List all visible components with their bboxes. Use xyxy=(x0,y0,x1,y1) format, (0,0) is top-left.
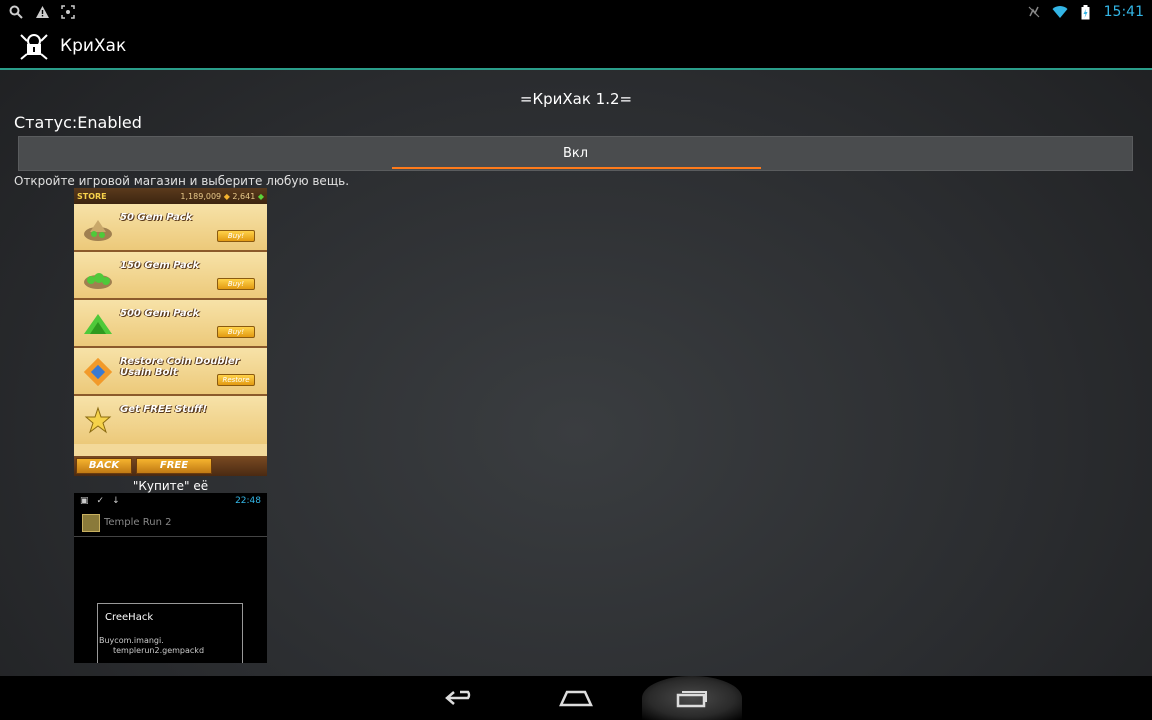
status-text: Статус:Enabled xyxy=(14,113,142,132)
back-arrow-icon xyxy=(445,690,471,705)
dialog-line: Buycom.imangi. xyxy=(99,636,164,645)
gem-pile-icon xyxy=(84,220,112,241)
enable-toggle-button[interactable]: Вкл xyxy=(18,136,1133,171)
store-item: 500 Gem Pack Buy! xyxy=(74,300,267,348)
coin-count: 1,189,009 xyxy=(180,191,222,201)
toggle-label: Вкл xyxy=(562,146,589,161)
inner-dialog: CreeHack Buycom.imangi. templerun2.gempa… xyxy=(97,603,243,663)
search-icon xyxy=(8,4,24,20)
store-header: STORE 1,189,009 ◆ 2,641 ◆ xyxy=(74,188,267,204)
screenshot-icon xyxy=(60,4,76,20)
store-title: STORE xyxy=(77,191,107,201)
store-screenshot-image: STORE 1,189,009 ◆ 2,641 ◆ 50 Gem Pack Bu… xyxy=(74,188,267,476)
app-logo-icon[interactable] xyxy=(18,30,50,62)
store-list: 50 Gem Pack Buy! 150 Gem Pack Buy! 500 G… xyxy=(74,204,267,456)
buy-button: Buy! xyxy=(217,278,255,290)
back-nav-button[interactable] xyxy=(410,676,510,720)
download-icon: ↓ xyxy=(112,496,120,506)
battery-icon xyxy=(1078,4,1094,20)
clock: 15:41 xyxy=(1103,4,1144,20)
dialog-screenshot-image: ▣ ✓ ↓ 22:48 Temple Run 2 CreeHack Buycom… xyxy=(74,493,267,663)
store-item: 50 Gem Pack Buy! xyxy=(74,204,267,252)
no-signal-icon xyxy=(1026,4,1042,20)
store-item: Get FREE Stuff! xyxy=(74,396,267,444)
dialog-line: templerun2.gempackd xyxy=(113,646,205,655)
item-label: 500 Gem Pack xyxy=(120,308,200,319)
inner-status-bar: ▣ ✓ ↓ 22:48 xyxy=(74,493,267,509)
temple-run-icon xyxy=(82,513,100,532)
gem-pile-icon xyxy=(84,273,112,289)
navigation-bar xyxy=(0,676,1152,720)
free-stuff-icon xyxy=(84,406,112,434)
inner-clock: 22:48 xyxy=(235,496,261,506)
app-title: КриХак xyxy=(60,36,127,56)
store-footer: BACK FREE xyxy=(74,456,267,476)
dialog-body: Buycom.imangi. templerun2.gempackd xyxy=(99,636,204,656)
home-icon xyxy=(559,690,593,707)
item-label: 150 Gem Pack xyxy=(120,260,200,271)
wifi-icon xyxy=(1052,4,1068,20)
inner-notification-icons: ▣ ✓ ↓ xyxy=(80,496,120,506)
coin-icon: ◆ xyxy=(223,191,230,201)
toggle-indicator xyxy=(392,167,761,169)
gem-pile-icon xyxy=(84,314,112,334)
store-currency: 1,189,009 ◆ 2,641 ◆ xyxy=(180,192,264,201)
recent-apps-nav-button[interactable] xyxy=(642,676,742,720)
recent-apps-icon xyxy=(676,691,707,708)
main-content: =КриХак 1.2= Статус:Enabled Вкл Откройте… xyxy=(0,72,1152,676)
buy-button: Buy! xyxy=(217,230,255,242)
restore-icon xyxy=(83,358,113,386)
check-icon: ✓ xyxy=(96,496,105,506)
system-status-bar: 15:41 xyxy=(0,0,1152,24)
warning-icon xyxy=(34,4,50,20)
item-label: Get FREE Stuff! xyxy=(120,404,207,415)
dialog-title: CreeHack xyxy=(105,612,154,623)
store-item: Restore Coin Doubler Usain Bolt Restore xyxy=(74,348,267,396)
gem-icon: ◆ xyxy=(257,191,264,201)
item-label: 50 Gem Pack xyxy=(120,212,193,223)
home-nav-button[interactable] xyxy=(526,676,626,720)
restore-button: Restore xyxy=(217,374,255,386)
action-bar: КриХак xyxy=(0,24,1152,70)
buy-caption: "Купите" её xyxy=(132,479,209,493)
instruction-text: Откройте игровой магазин и выберите любу… xyxy=(14,174,350,188)
inner-app-bar: Temple Run 2 xyxy=(74,509,267,537)
store-item: 150 Gem Pack Buy! xyxy=(74,252,267,300)
inner-app-name: Temple Run 2 xyxy=(104,517,172,528)
gem-count: 2,641 xyxy=(232,191,256,201)
page-heading: =КриХак 1.2= xyxy=(519,90,633,108)
free-button: FREE xyxy=(136,458,212,474)
buy-button: Buy! xyxy=(217,326,255,338)
back-button: BACK xyxy=(76,458,132,474)
image-icon: ▣ xyxy=(80,496,89,506)
